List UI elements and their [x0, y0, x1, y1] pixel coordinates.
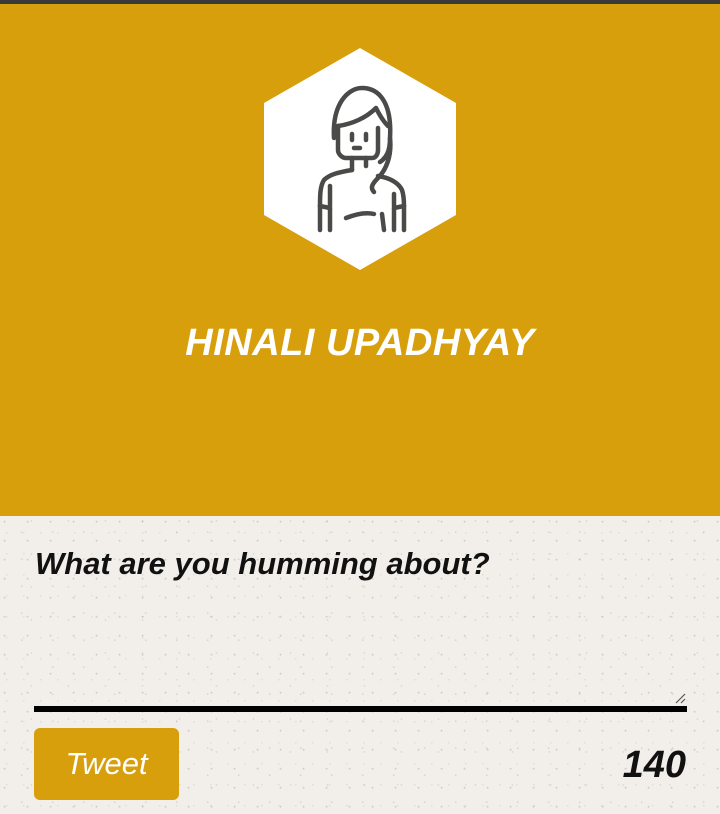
tweet-input[interactable] — [34, 596, 686, 706]
input-underline — [34, 706, 687, 712]
resize-handle-icon[interactable] — [672, 692, 686, 704]
woman-avatar-icon — [264, 48, 456, 270]
character-counter: 140 — [622, 744, 686, 786]
profile-name: HINALI UPADHYAY — [185, 322, 535, 364]
profile-avatar — [262, 46, 458, 272]
profile-header: HINALI UPADHYAY — [0, 4, 720, 516]
composer-prompt: What are you humming about? — [35, 546, 490, 581]
tweet-button[interactable]: Tweet — [34, 728, 179, 800]
